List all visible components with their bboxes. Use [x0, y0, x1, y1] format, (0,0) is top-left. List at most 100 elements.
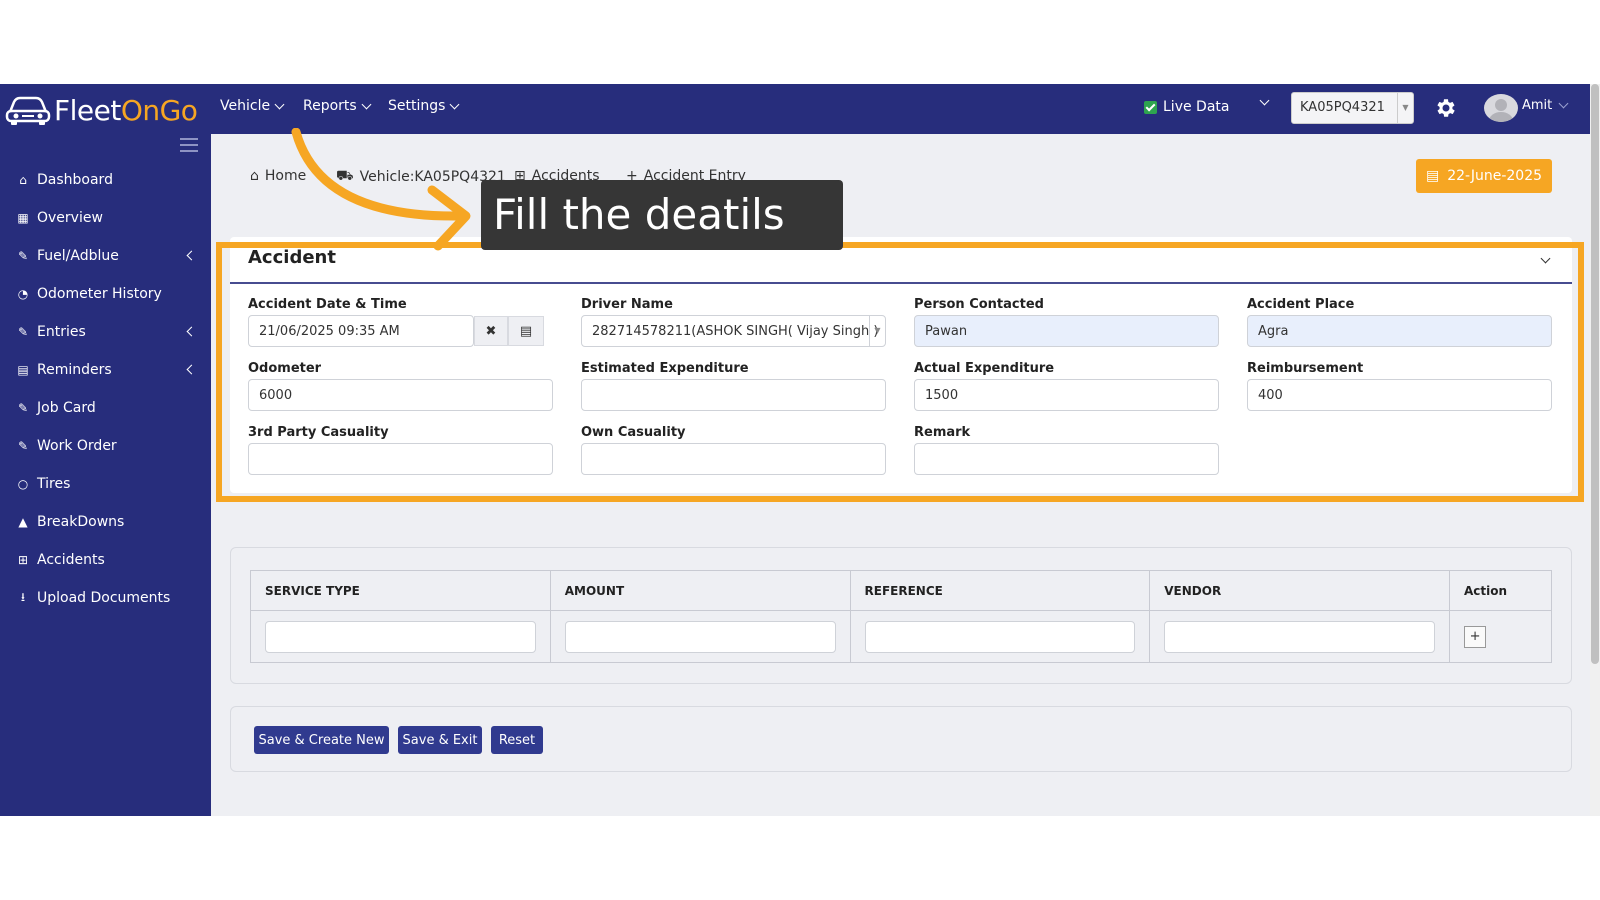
user-menu[interactable]: Amit	[1522, 98, 1569, 113]
topnav-settings-label: Settings	[388, 98, 446, 114]
sidebar-item-dashboard[interactable]: ⌂ Dashboard	[0, 165, 211, 195]
calendar-icon: ▤	[519, 323, 533, 339]
amount-input[interactable]	[564, 620, 836, 653]
own-casualty-label: Own Casuality	[581, 425, 686, 440]
sidebar-item-breakdowns[interactable]: ▲ BreakDowns	[0, 507, 211, 537]
form-divider	[230, 282, 1572, 284]
driver-name-value: 282714578211(ASHOK SINGH( Vijay Singh )	[592, 324, 879, 339]
sidebar-item-label: Tires	[37, 476, 71, 492]
topnav-vehicle[interactable]: Vehicle	[220, 98, 285, 114]
sidebar-item-job-card[interactable]: ✎ Job Card	[0, 393, 211, 423]
vehicle-select-value: KA05PQ4321	[1300, 100, 1385, 115]
user-name: Amit	[1522, 98, 1553, 113]
accident-place-label: Accident Place	[1247, 297, 1355, 312]
actual-expenditure-input[interactable]: 1500	[914, 379, 1219, 411]
home-icon: ⌂	[250, 168, 259, 184]
topnav-settings[interactable]: Settings	[388, 98, 460, 114]
sidebar-item-label: Job Card	[37, 400, 96, 416]
accident-datetime-input[interactable]: 21/06/2025 09:35 AM	[248, 315, 474, 347]
sidebar-item-label: Fuel/Adblue	[37, 248, 119, 264]
reimbursement-input[interactable]: 400	[1247, 379, 1552, 411]
plus-square-icon: ⊞	[17, 553, 29, 567]
third-party-casualty-input[interactable]	[248, 443, 553, 475]
live-data-label: Live Data	[1163, 99, 1230, 115]
checkbox-checked-icon[interactable]	[1144, 100, 1157, 114]
accident-place-input[interactable]: Agra	[1247, 315, 1552, 347]
sidebar-item-reminders[interactable]: ▤ Reminders	[0, 355, 211, 385]
topnav-vehicle-label: Vehicle	[220, 98, 271, 114]
cell-vendor	[1149, 610, 1451, 663]
avatar[interactable]	[1484, 94, 1518, 122]
sidebar-item-overview[interactable]: ▦ Overview	[0, 203, 211, 233]
vendor-input[interactable]	[1164, 620, 1436, 653]
app-viewport: FleetOnGo Vehicle Reports Settings Live …	[0, 84, 1590, 816]
column-vendor: VENDOR	[1149, 570, 1451, 611]
estimated-expenditure-input[interactable]	[581, 379, 886, 411]
cell-reference	[849, 610, 1151, 663]
sidebar-item-label: Dashboard	[37, 172, 113, 188]
truck-icon: ⛟	[336, 168, 354, 184]
reference-input[interactable]	[864, 620, 1136, 653]
save-create-new-button[interactable]: Save & Create New	[254, 726, 389, 754]
date-badge-label: 22-June-2025	[1447, 168, 1543, 184]
driver-name-select[interactable]: 282714578211(ASHOK SINGH( Vijay Singh ) …	[581, 315, 886, 347]
sidebar-item-odometer-history[interactable]: ◔ Odometer History	[0, 279, 211, 309]
chevron-left-icon	[186, 250, 197, 261]
date-picker-button[interactable]: ▤	[508, 316, 544, 346]
gear-icon[interactable]	[1434, 96, 1458, 120]
calendar-icon: ▤	[17, 363, 29, 377]
own-casualty-input[interactable]	[581, 443, 886, 475]
dropdown-arrow-icon: ▼	[869, 316, 885, 346]
hamburger-menu-icon[interactable]	[180, 138, 198, 152]
remark-input[interactable]	[914, 443, 1219, 475]
brand-logo[interactable]: FleetOnGo	[4, 90, 198, 130]
brand-part-ongo: OnGo	[120, 93, 198, 127]
sidebar-item-upload-documents[interactable]: ⭳ Upload Documents	[0, 583, 211, 613]
odometer-input[interactable]: 6000	[248, 379, 553, 411]
breadcrumb-home[interactable]: ⌂ Home	[250, 168, 306, 184]
scrollbar[interactable]	[1590, 84, 1600, 816]
service-type-input[interactable]	[265, 620, 536, 653]
sidebar-item-accidents[interactable]: ⊞ Accidents	[0, 545, 211, 575]
brand-part-fleet: Fleet	[54, 93, 121, 127]
edit-icon: ✎	[17, 401, 29, 415]
accident-datetime-label: Accident Date & Time	[248, 297, 407, 312]
dropdown-arrow-icon: ▼	[1397, 93, 1413, 123]
reset-button[interactable]: Reset	[491, 726, 543, 754]
live-data-toggle[interactable]: Live Data	[1144, 99, 1229, 115]
chevron-down-icon[interactable]	[1540, 253, 1551, 264]
edit-icon: ✎	[17, 249, 29, 263]
edit-icon: ✎	[17, 325, 29, 339]
download-icon: ⭳	[20, 589, 26, 604]
chevron-down-icon	[361, 99, 372, 109]
brand-name: FleetOnGo	[54, 93, 198, 127]
scrollbar-thumb[interactable]	[1591, 84, 1599, 664]
sidebar-item-work-order[interactable]: ✎ Work Order	[0, 431, 211, 461]
table-row: +	[250, 610, 1552, 663]
column-action: Action	[1449, 570, 1552, 611]
edit-icon: ✎	[17, 439, 29, 453]
accident-form-panel: Accident Accident Date & Time 21/06/2025…	[230, 237, 1572, 493]
cell-service-type	[250, 610, 551, 663]
sidebar-item-entries[interactable]: ✎ Entries	[0, 317, 211, 347]
sidebar-item-label: Entries	[37, 324, 86, 340]
clear-date-button[interactable]: ✖	[474, 316, 508, 346]
chevron-left-icon	[186, 364, 197, 375]
add-row-button[interactable]: +	[1464, 625, 1487, 648]
date-badge[interactable]: ▤ 22-June-2025	[1416, 159, 1552, 193]
car-icon	[5, 96, 51, 125]
sidebar-item-fuel-adblue[interactable]: ✎ Fuel/Adblue	[0, 241, 211, 271]
save-exit-button[interactable]: Save & Exit	[398, 726, 482, 754]
sidebar-item-label: Upload Documents	[37, 590, 171, 606]
chevron-down-icon[interactable]	[1259, 95, 1270, 106]
person-contacted-label: Person Contacted	[914, 297, 1044, 312]
home-icon: ⌂	[19, 173, 27, 187]
topnav-reports[interactable]: Reports	[303, 98, 372, 114]
sidebar-item-label: Accidents	[37, 552, 105, 568]
chevron-down-icon	[1558, 98, 1569, 109]
person-contacted-input[interactable]: Pawan	[914, 315, 1219, 347]
sidebar-item-tires[interactable]: ○ Tires	[0, 469, 211, 499]
vehicle-select[interactable]: KA05PQ4321 ▼	[1291, 92, 1414, 124]
sidebar-item-label: Overview	[37, 210, 103, 226]
remark-label: Remark	[914, 425, 971, 440]
